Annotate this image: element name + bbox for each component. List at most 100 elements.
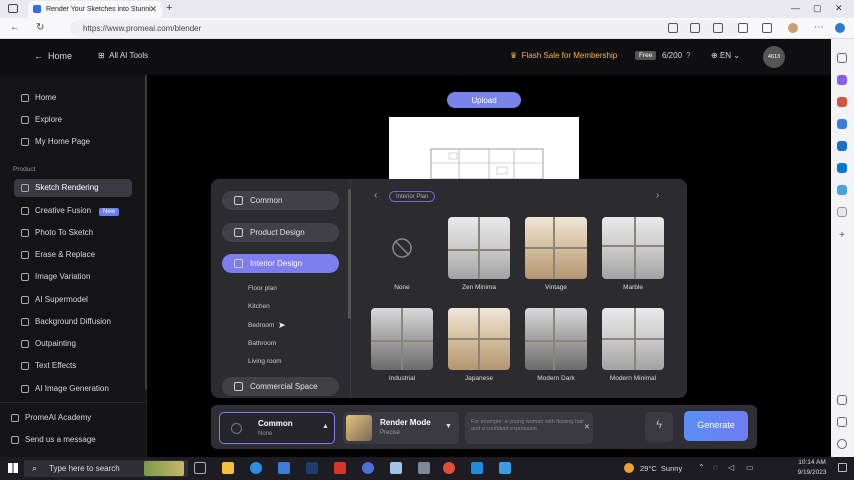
sidebar-item-home[interactable]: Home: [14, 89, 132, 107]
sidebar-item-ai-supermodel[interactable]: AI Supermodel: [14, 291, 132, 309]
maximize-icon[interactable]: ▢: [813, 3, 822, 14]
prompt-input[interactable]: For example: a young woman with flowing …: [465, 412, 593, 444]
lightning-icon[interactable]: ϟ: [645, 412, 673, 442]
games-icon[interactable]: [837, 119, 847, 129]
store-icon[interactable]: [278, 462, 290, 474]
photoshop-icon[interactable]: [306, 462, 318, 474]
style-option-japanese[interactable]: [448, 308, 510, 370]
sidebar-item-send-message[interactable]: Send us a message: [4, 431, 122, 449]
sidebar-toggle-icon[interactable]: [837, 395, 847, 405]
style-option-industrial[interactable]: [371, 308, 433, 370]
sidebar-scrollbar[interactable]: [145, 75, 147, 390]
file-explorer-icon[interactable]: [222, 462, 234, 474]
google-icon[interactable]: [837, 207, 847, 217]
sidebar-item-explore[interactable]: Explore: [14, 111, 132, 129]
subcategory-kitchen[interactable]: Kitchen: [248, 303, 270, 310]
windows-start-icon[interactable]: [8, 463, 18, 473]
clock-time[interactable]: 10:14 AM: [792, 459, 832, 466]
clear-prompt-icon[interactable]: ✕: [584, 423, 590, 431]
sidebar-item-academy[interactable]: PromeAI Academy: [4, 409, 122, 427]
extensions-icon[interactable]: [762, 23, 772, 33]
network-icon[interactable]: ◌: [713, 463, 718, 472]
more-options-icon[interactable]: ⋯: [814, 22, 824, 33]
app-icon[interactable]: [499, 462, 511, 474]
task-view-icon[interactable]: [194, 462, 206, 474]
profile-avatar[interactable]: [788, 23, 798, 33]
settings-icon[interactable]: [837, 439, 847, 449]
clock-date[interactable]: 9/19/2023: [792, 469, 832, 476]
back-icon[interactable]: ←: [10, 22, 20, 33]
tools-icon[interactable]: [837, 97, 847, 107]
url-field[interactable]: https://www.promeai.com/blender: [70, 20, 740, 37]
new-tab-icon[interactable]: +: [166, 2, 172, 14]
acrobat-icon[interactable]: [334, 462, 346, 474]
taskbar-search-box[interactable]: ⌕ Type here to search: [24, 460, 188, 477]
style-option-modern-dark[interactable]: [525, 308, 587, 370]
outlook-icon[interactable]: [837, 163, 847, 173]
subcategory-bathroom[interactable]: Bathroom: [248, 340, 276, 347]
category-commercial-space[interactable]: Commercial Space: [222, 377, 339, 396]
shopping-icon[interactable]: [837, 75, 847, 85]
favorites-list-icon[interactable]: [713, 23, 723, 33]
drop-icon[interactable]: [837, 185, 847, 195]
subcategory-floor-plan[interactable]: Floor plan: [248, 285, 277, 292]
language-selector[interactable]: ⊕ EN ⌄: [711, 51, 740, 60]
volume-icon[interactable]: ◁: [728, 463, 734, 472]
style-option-vintage[interactable]: [525, 217, 587, 279]
notifications-icon[interactable]: [838, 463, 847, 472]
all-ai-tools-link[interactable]: ⊞ All AI Tools: [98, 51, 148, 60]
generate-button[interactable]: Generate: [684, 411, 748, 441]
flash-sale-link[interactable]: ♛ Flash Sale for Membership: [510, 51, 617, 60]
browser-tab[interactable]: Render Your Sketches into Stunni ✕: [28, 1, 162, 18]
subcategory-living-room[interactable]: Living room: [248, 358, 282, 365]
app-icon[interactable]: [471, 462, 483, 474]
sidebar-item-background-diffusion[interactable]: Background Diffusion: [14, 313, 132, 331]
sidebar-item-photo-to-sketch[interactable]: Photo To Sketch: [14, 224, 132, 242]
sidebar-item-sketch-rendering[interactable]: Sketch Rendering: [14, 179, 132, 197]
category-product-design[interactable]: Product Design: [222, 223, 339, 242]
style-option-marble[interactable]: [602, 217, 664, 279]
office-icon[interactable]: [837, 141, 847, 151]
style-option-modern-minimal[interactable]: [602, 308, 664, 370]
next-arrow-icon[interactable]: ›: [656, 190, 659, 201]
tab-actions-icon[interactable]: [8, 4, 18, 13]
favorite-icon[interactable]: [690, 23, 700, 33]
sidebar-item-creative-fusion[interactable]: Creative Fusion New: [14, 202, 132, 220]
close-window-icon[interactable]: ✕: [835, 3, 843, 14]
bing-icon[interactable]: [835, 23, 845, 33]
help-icon[interactable]: ?: [686, 51, 690, 60]
app-icon[interactable]: [390, 462, 402, 474]
render-mode-selector[interactable]: Render Mode Precise ▼: [343, 412, 459, 444]
add-icon[interactable]: +: [837, 231, 847, 241]
weather-text[interactable]: 29°C Sunny: [640, 464, 682, 473]
category-common[interactable]: Common: [222, 191, 339, 210]
search-icon[interactable]: [837, 53, 847, 63]
sidebar-item-text-effects[interactable]: Text Effects: [14, 357, 132, 375]
category-scrollbar[interactable]: [348, 189, 351, 319]
upload-button[interactable]: Upload: [447, 92, 521, 108]
sidebar-item-image-variation[interactable]: Image Variation: [14, 268, 132, 286]
prev-arrow-icon[interactable]: ‹: [374, 190, 377, 201]
style-option-zen-minima[interactable]: [448, 217, 510, 279]
user-avatar[interactable]: 4613: [763, 46, 785, 68]
screenshot-icon[interactable]: [837, 417, 847, 427]
app-icon[interactable]: [362, 462, 374, 474]
style-mode-selector[interactable]: Common None ▲: [219, 412, 335, 444]
collections-icon[interactable]: [738, 23, 748, 33]
interior-plan-tag[interactable]: Interior Plan: [389, 191, 436, 202]
home-back-link[interactable]: ← Home: [34, 51, 72, 61]
sidebar-item-erase-replace[interactable]: Erase & Replace: [14, 246, 132, 264]
subcategory-bedroom[interactable]: Bedroom: [248, 322, 274, 329]
style-option-none[interactable]: [371, 217, 433, 279]
close-tab-icon[interactable]: ✕: [149, 4, 157, 15]
sidebar-item-ai-image-generation[interactable]: AI Image Generation: [14, 380, 132, 398]
read-aloud-icon[interactable]: [668, 23, 678, 33]
app-icon[interactable]: [418, 462, 430, 474]
edge-icon[interactable]: [250, 462, 262, 474]
chrome-icon[interactable]: [443, 462, 455, 474]
battery-icon[interactable]: ▭: [746, 463, 754, 472]
minimize-icon[interactable]: —: [791, 3, 800, 13]
refresh-icon[interactable]: ↻: [36, 22, 44, 33]
sidebar-item-outpainting[interactable]: Outpainting: [14, 335, 132, 353]
sidebar-item-my-home-page[interactable]: My Home Page: [14, 133, 132, 151]
